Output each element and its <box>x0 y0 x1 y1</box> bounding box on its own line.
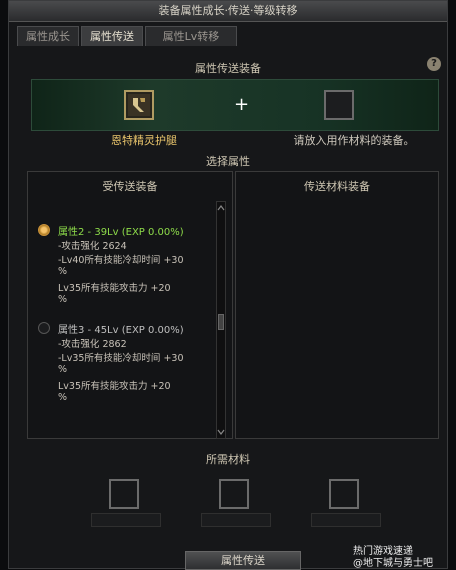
plus-icon: + <box>234 94 250 115</box>
target-item-name: 恩特精灵护腿 <box>111 134 177 147</box>
tab-attribute-lv-transfer[interactable]: 属性Lv转移 <box>145 26 237 46</box>
transfer-equipment-banner: + <box>31 79 439 131</box>
scroll-up-icon[interactable] <box>217 204 225 212</box>
attribute-2-line: % <box>58 294 68 305</box>
required-material-slot <box>329 479 359 509</box>
leg-armor-icon <box>128 94 150 116</box>
scroll-thumb[interactable] <box>218 314 224 330</box>
window-title: 装备属性成长·传送·等级转移 <box>9 1 447 22</box>
required-material-slot <box>109 479 139 509</box>
attribute-list-scrollbar[interactable] <box>216 201 226 439</box>
attribute-3-line: % <box>58 392 68 403</box>
attribute-2-line: Lv35所有技能攻击力 +20 <box>58 283 171 294</box>
required-material-slot <box>219 479 249 509</box>
attribute-transfer-button[interactable]: 属性传送 <box>185 551 301 570</box>
attribute-2-line: -Lv40所有技能冷却时间 +30 <box>58 255 184 266</box>
material-title: 传送材料装备 <box>304 180 370 193</box>
attribute-3-line: -攻击强化 2862 <box>58 339 127 350</box>
attribute-3-line: % <box>58 364 68 375</box>
receiver-title: 受传送装备 <box>102 180 158 193</box>
attribute-2-title[interactable]: 属性2 - 39Lv (EXP 0.00%) <box>58 223 184 238</box>
required-material-bar <box>201 513 271 527</box>
target-equipment-slot[interactable] <box>124 90 154 120</box>
attribute-3-line: -Lv35所有技能冷却时间 +30 <box>58 353 184 364</box>
tab-attribute-transfer[interactable]: 属性传送 <box>81 26 143 46</box>
attribute-3-title[interactable]: 属性3 - 45Lv (EXP 0.00%) <box>58 321 184 336</box>
transfer-equipment-title: 属性传送装备 <box>195 62 261 75</box>
material-panel: 传送材料装备 <box>235 171 439 439</box>
attribute-2-line: % <box>58 266 68 277</box>
material-equipment-slot[interactable] <box>324 90 354 120</box>
equipment-attribute-window: 装备属性成长·传送·等级转移 属性成长 属性传送 属性Lv转移 ? 属性传送装备… <box>8 0 448 570</box>
scroll-down-icon[interactable] <box>217 428 225 436</box>
attribute-3-line: Lv35所有技能攻击力 +20 <box>58 381 171 392</box>
watermark-line2: @地下城与勇士吧 <box>353 558 433 569</box>
receiver-panel: 受传送装备 属性2 - 39Lv (EXP 0.00%) -攻击强化 2624 … <box>27 171 233 439</box>
tab-attribute-growth[interactable]: 属性成长 <box>17 26 79 46</box>
attribute-2-line: -攻击强化 2624 <box>58 241 127 252</box>
select-attribute-title: 选择属性 <box>206 155 250 168</box>
required-material-bar <box>311 513 381 527</box>
required-materials-title: 所需材料 <box>206 453 250 466</box>
attribute-3-radio[interactable] <box>38 322 50 334</box>
attribute-2-radio[interactable] <box>38 224 50 236</box>
required-material-bar <box>91 513 161 527</box>
material-hint: 请放入用作材料的装备。 <box>293 134 415 147</box>
